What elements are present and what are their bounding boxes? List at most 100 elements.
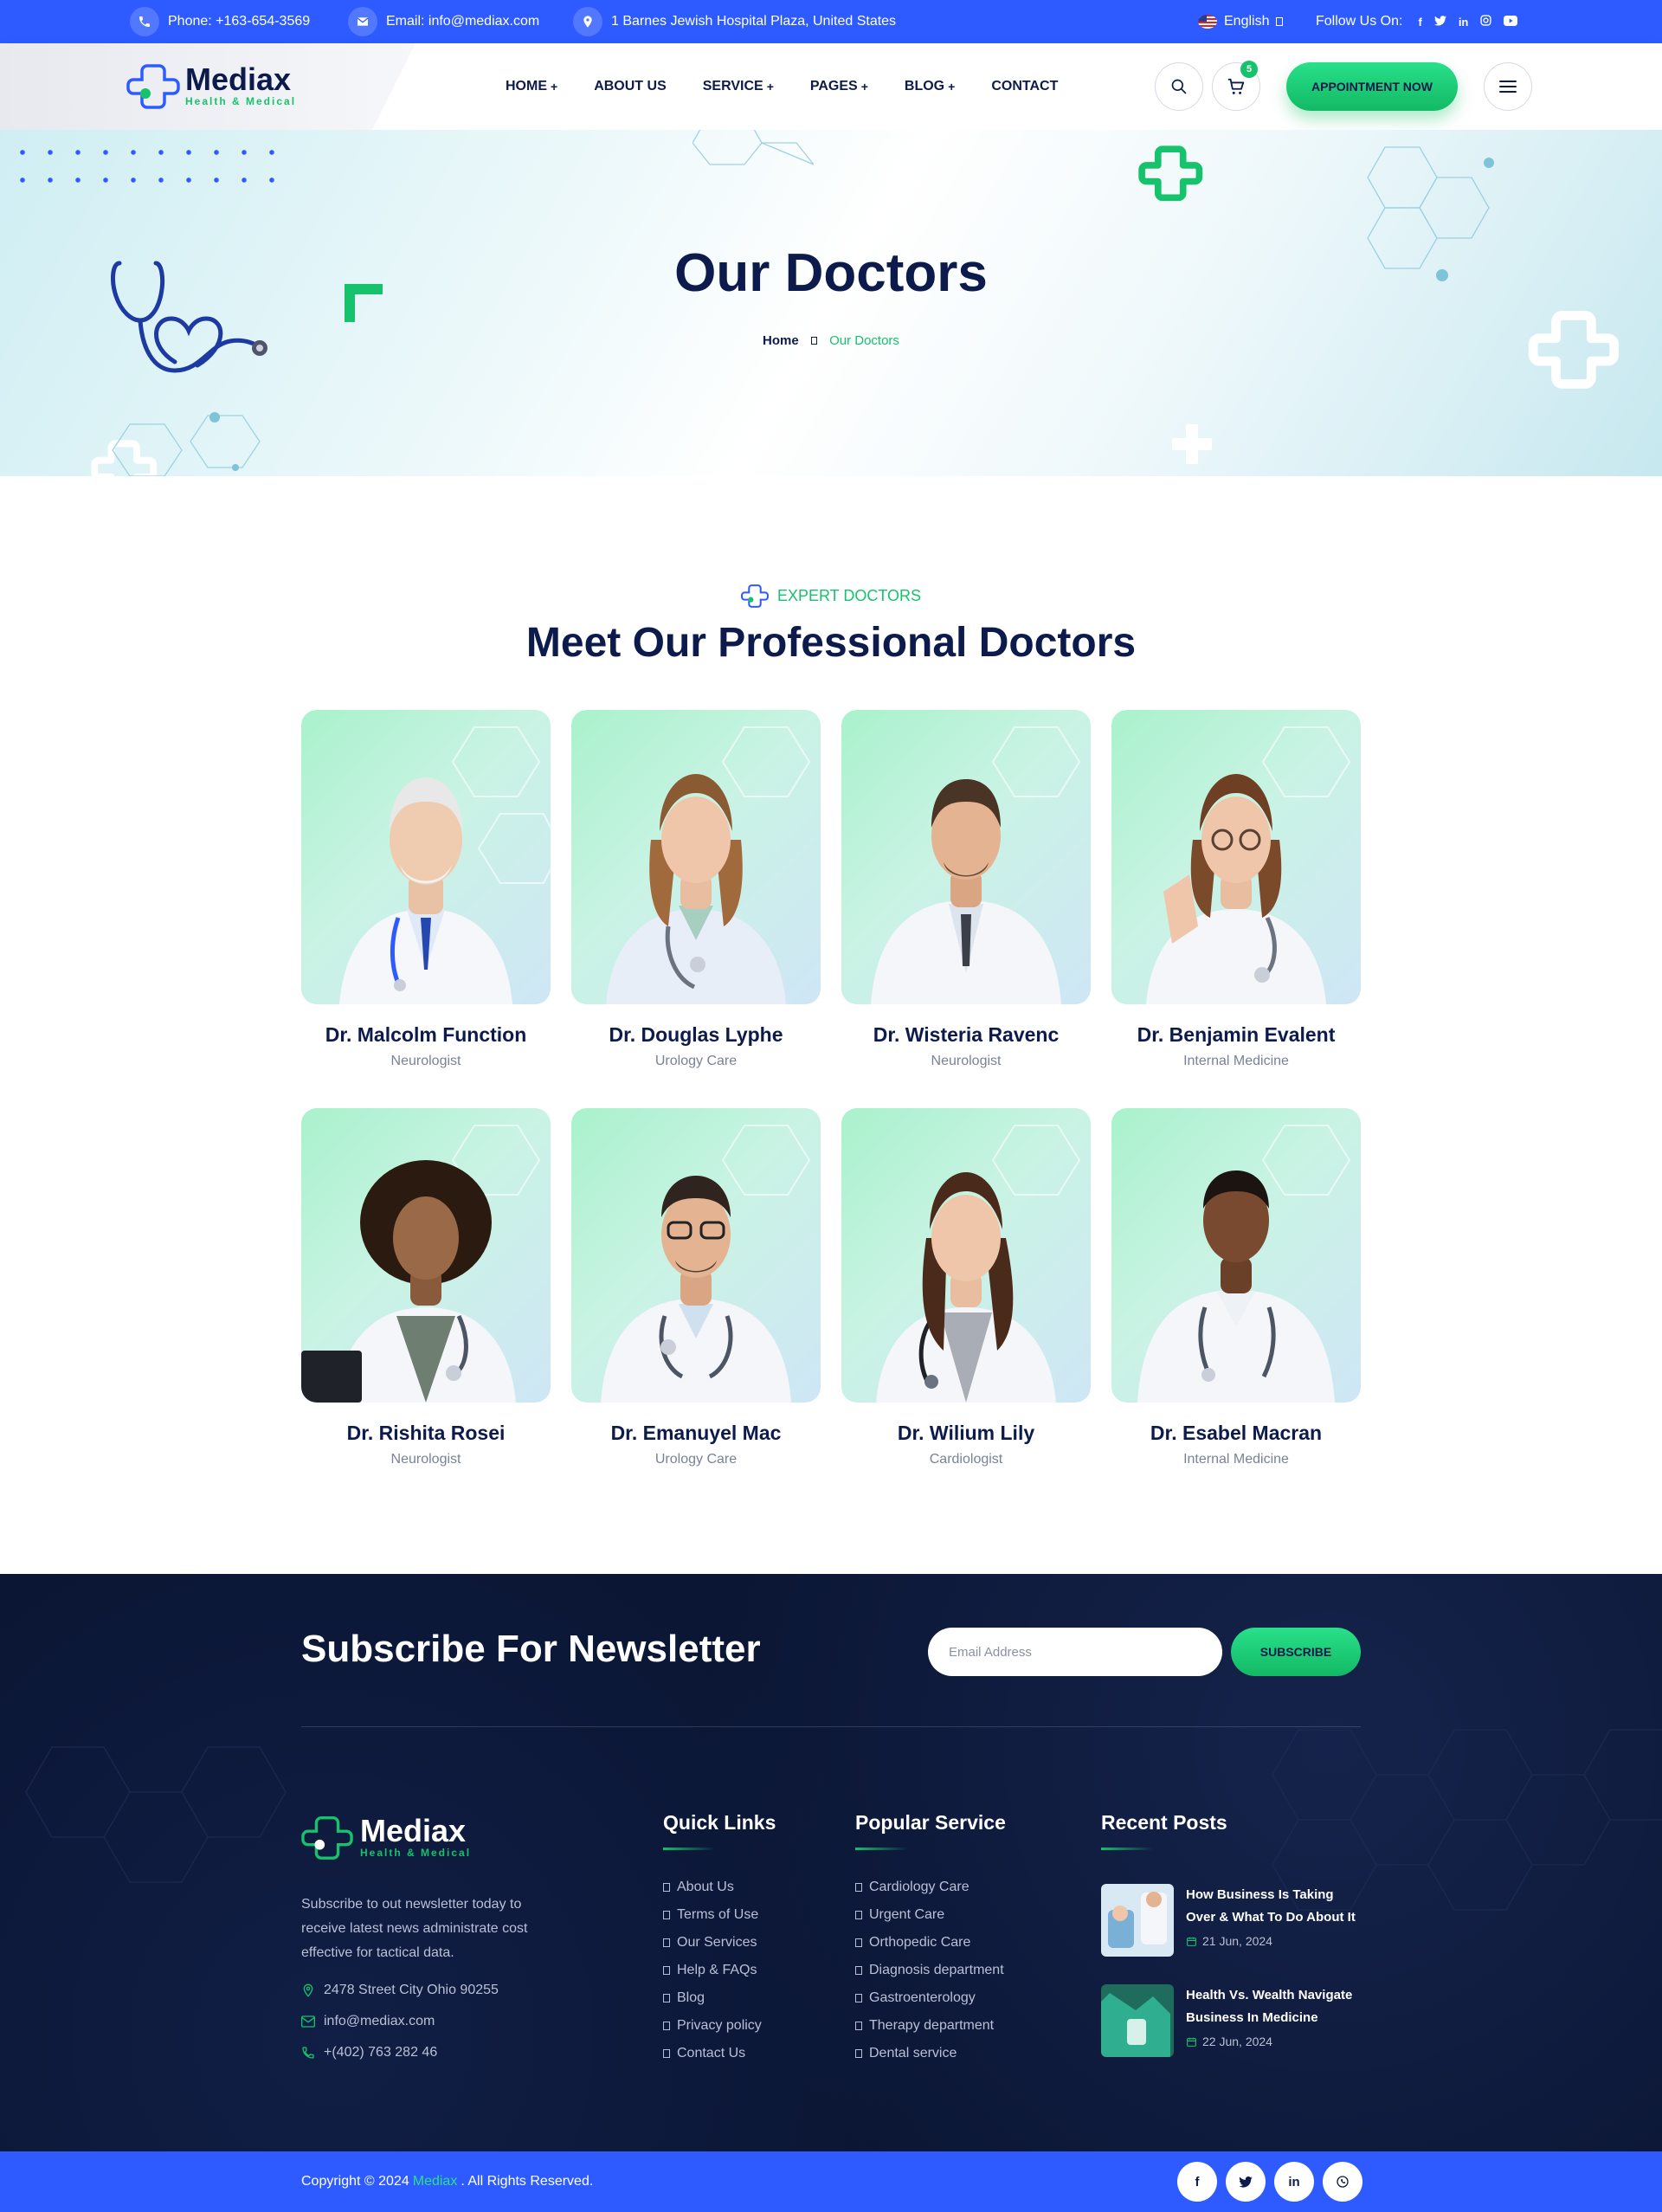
language-label: English [1224, 14, 1270, 29]
nav-contact[interactable]: CONTACT [991, 79, 1058, 94]
copyright-brand-link[interactable]: Mediax [413, 2174, 458, 2189]
chevron-right-icon [663, 1911, 670, 1919]
linkedin-icon[interactable]: in [1274, 2162, 1314, 2202]
quick-link[interactable]: Help & FAQs [663, 1957, 762, 1984]
service-link[interactable]: Gastroenterology [855, 1984, 1004, 2012]
doctor-card[interactable]: Dr. Emanuyel Mac Urology Care [571, 1108, 821, 1467]
chevron-right-icon [855, 1883, 862, 1892]
footer-email[interactable]: info@mediax.com [301, 2014, 435, 2029]
doctor-name[interactable]: Dr. Rishita Rosei [301, 1422, 551, 1445]
nav-pages-label: PAGES [809, 79, 858, 94]
nav-service[interactable]: SERVICE + [703, 79, 774, 94]
chevron-right-icon [855, 1938, 862, 1947]
doctor-card[interactable]: Dr. Esabel Macran Internal Medicine [1111, 1108, 1361, 1467]
topbar-phone[interactable]: Phone: +163-654-3569 [130, 0, 310, 43]
footer-logo[interactable]: Mediax Health & Medical [301, 1811, 471, 1863]
footer-address: 2478 Street City Ohio 90255 [301, 1983, 499, 1998]
facebook-icon[interactable]: f [1418, 16, 1421, 29]
doctor-card[interactable]: Dr. Malcolm Function Neurologist [301, 710, 551, 1069]
nav-about[interactable]: ABOUT US [594, 79, 667, 94]
doctor-card[interactable]: Dr. Douglas Lyphe Urology Care [571, 710, 821, 1069]
topbar-phone-text: Phone: +163-654-3569 [168, 14, 311, 29]
appointment-button[interactable]: APPOINTMENT NOW [1286, 62, 1458, 111]
chevron-right-icon [855, 1994, 862, 2002]
chevron-right-icon [663, 1994, 670, 2002]
copyright-suffix: . All Rights Reserved. [461, 2174, 594, 2189]
post-date: 22 Jun, 2024 [1186, 2035, 1359, 2048]
page-hero: Our Doctors Home Our Doctors [0, 130, 1662, 476]
whatsapp-icon[interactable] [1323, 2162, 1362, 2202]
doctor-card[interactable]: Dr. Wilium Lily Cardiologist [841, 1108, 1091, 1467]
page-title: Our Doctors [674, 243, 988, 303]
breadcrumb-home[interactable]: Home [763, 333, 799, 348]
doctor-name[interactable]: Dr. Esabel Macran [1111, 1422, 1361, 1445]
cart-icon [1227, 78, 1245, 94]
doctor-name[interactable]: Dr. Wilium Lily [841, 1422, 1091, 1445]
service-link[interactable]: Urgent Care [855, 1901, 1004, 1929]
service-link[interactable]: Orthopedic Care [855, 1929, 1004, 1957]
chevron-right-icon [663, 1938, 670, 1947]
quick-link[interactable]: Terms of Use [663, 1901, 762, 1929]
doctor-name[interactable]: Dr. Malcolm Function [301, 1023, 551, 1047]
doctor-name[interactable]: Dr. Douglas Lyphe [571, 1023, 821, 1047]
chevron-right-icon [663, 1883, 670, 1892]
post-date-text: 22 Jun, 2024 [1202, 2035, 1272, 2048]
linkedin-icon[interactable]: in [1459, 16, 1469, 29]
footer-phone[interactable]: +(402) 763 282 46 [301, 2045, 437, 2060]
doctor-card[interactable]: Dr. Wisteria Ravenc Neurologist [841, 710, 1091, 1069]
recent-post[interactable]: How Business Is Taking Over & What To Do… [1101, 1884, 1359, 1957]
twitter-icon[interactable] [1226, 2162, 1266, 2202]
quick-link[interactable]: About Us [663, 1873, 762, 1901]
quick-link[interactable]: Privacy policy [663, 2012, 762, 2040]
hexagon-pattern-decoration [25, 1729, 1662, 1911]
doctor-name[interactable]: Dr. Wisteria Ravenc [841, 1023, 1091, 1047]
service-link[interactable]: Dental service [855, 2040, 1004, 2067]
doctor-photo [301, 710, 551, 1004]
service-link[interactable]: Therapy department [855, 2012, 1004, 2040]
youtube-icon[interactable] [1504, 15, 1518, 29]
title-underline [1101, 1848, 1153, 1850]
quick-link[interactable]: Contact Us [663, 2040, 762, 2067]
footer-phone-text: +(402) 763 282 46 [324, 2045, 438, 2060]
site-logo[interactable]: Mediax Health & Medical [126, 59, 296, 113]
footer-divider [301, 1726, 1361, 1727]
language-selector[interactable]: English [1198, 0, 1284, 43]
doctor-card[interactable]: Dr. Benjamin Evalent Internal Medicine [1111, 710, 1361, 1069]
breadcrumb-current: Our Doctors [829, 333, 899, 348]
post-title[interactable]: How Business Is Taking Over & What To Do… [1186, 1884, 1359, 1929]
facebook-icon[interactable]: f [1177, 2162, 1217, 2202]
nav-blog[interactable]: BLOG + [905, 79, 955, 94]
doctor-name[interactable]: Dr. Emanuyel Mac [571, 1422, 821, 1445]
newsletter-email-input[interactable] [928, 1628, 1222, 1676]
post-title[interactable]: Health Vs. Wealth Navigate Business In M… [1186, 1984, 1359, 2029]
popular-service-title: Popular Service [855, 1811, 1006, 1834]
phone-icon [130, 7, 159, 36]
service-link[interactable]: Cardiology Care [855, 1873, 1004, 1901]
doctor-specialty: Cardiologist [929, 1452, 1003, 1467]
instagram-icon[interactable] [1480, 15, 1491, 29]
service-link[interactable]: Diagnosis department [855, 1957, 1004, 1984]
search-button[interactable] [1155, 62, 1203, 111]
quick-link-label: Terms of Use [677, 1907, 759, 1922]
chevron-right-icon [663, 2022, 670, 2030]
topbar-email-text: Email: info@mediax.com [386, 14, 540, 29]
doctor-name[interactable]: Dr. Benjamin Evalent [1111, 1023, 1361, 1047]
nav-pages[interactable]: PAGES + [810, 79, 868, 94]
search-icon [1171, 79, 1187, 94]
quick-link-label: Privacy policy [677, 2018, 762, 2033]
plus-icon: + [948, 80, 956, 94]
doctor-card[interactable]: Dr. Rishita Rosei Neurologist [301, 1108, 551, 1467]
quick-link[interactable]: Blog [663, 1984, 762, 2012]
subscribe-button[interactable]: SUBSCRIBE [1231, 1628, 1361, 1676]
topbar-follow: Follow Us On: f in [1316, 0, 1518, 43]
cart-button[interactable]: 5 [1212, 61, 1260, 111]
post-date-text: 21 Jun, 2024 [1202, 1934, 1272, 1948]
twitter-icon[interactable] [1433, 15, 1446, 29]
nav-home[interactable]: HOME + [506, 79, 557, 94]
post-thumbnail [1101, 1984, 1174, 2057]
topbar-email[interactable]: Email: info@mediax.com [348, 0, 539, 43]
quick-link[interactable]: Our Services [663, 1929, 762, 1957]
recent-post[interactable]: Health Vs. Wealth Navigate Business In M… [1101, 1984, 1359, 2057]
service-link-label: Gastroenterology [869, 1990, 976, 2005]
menu-button[interactable] [1484, 62, 1532, 111]
